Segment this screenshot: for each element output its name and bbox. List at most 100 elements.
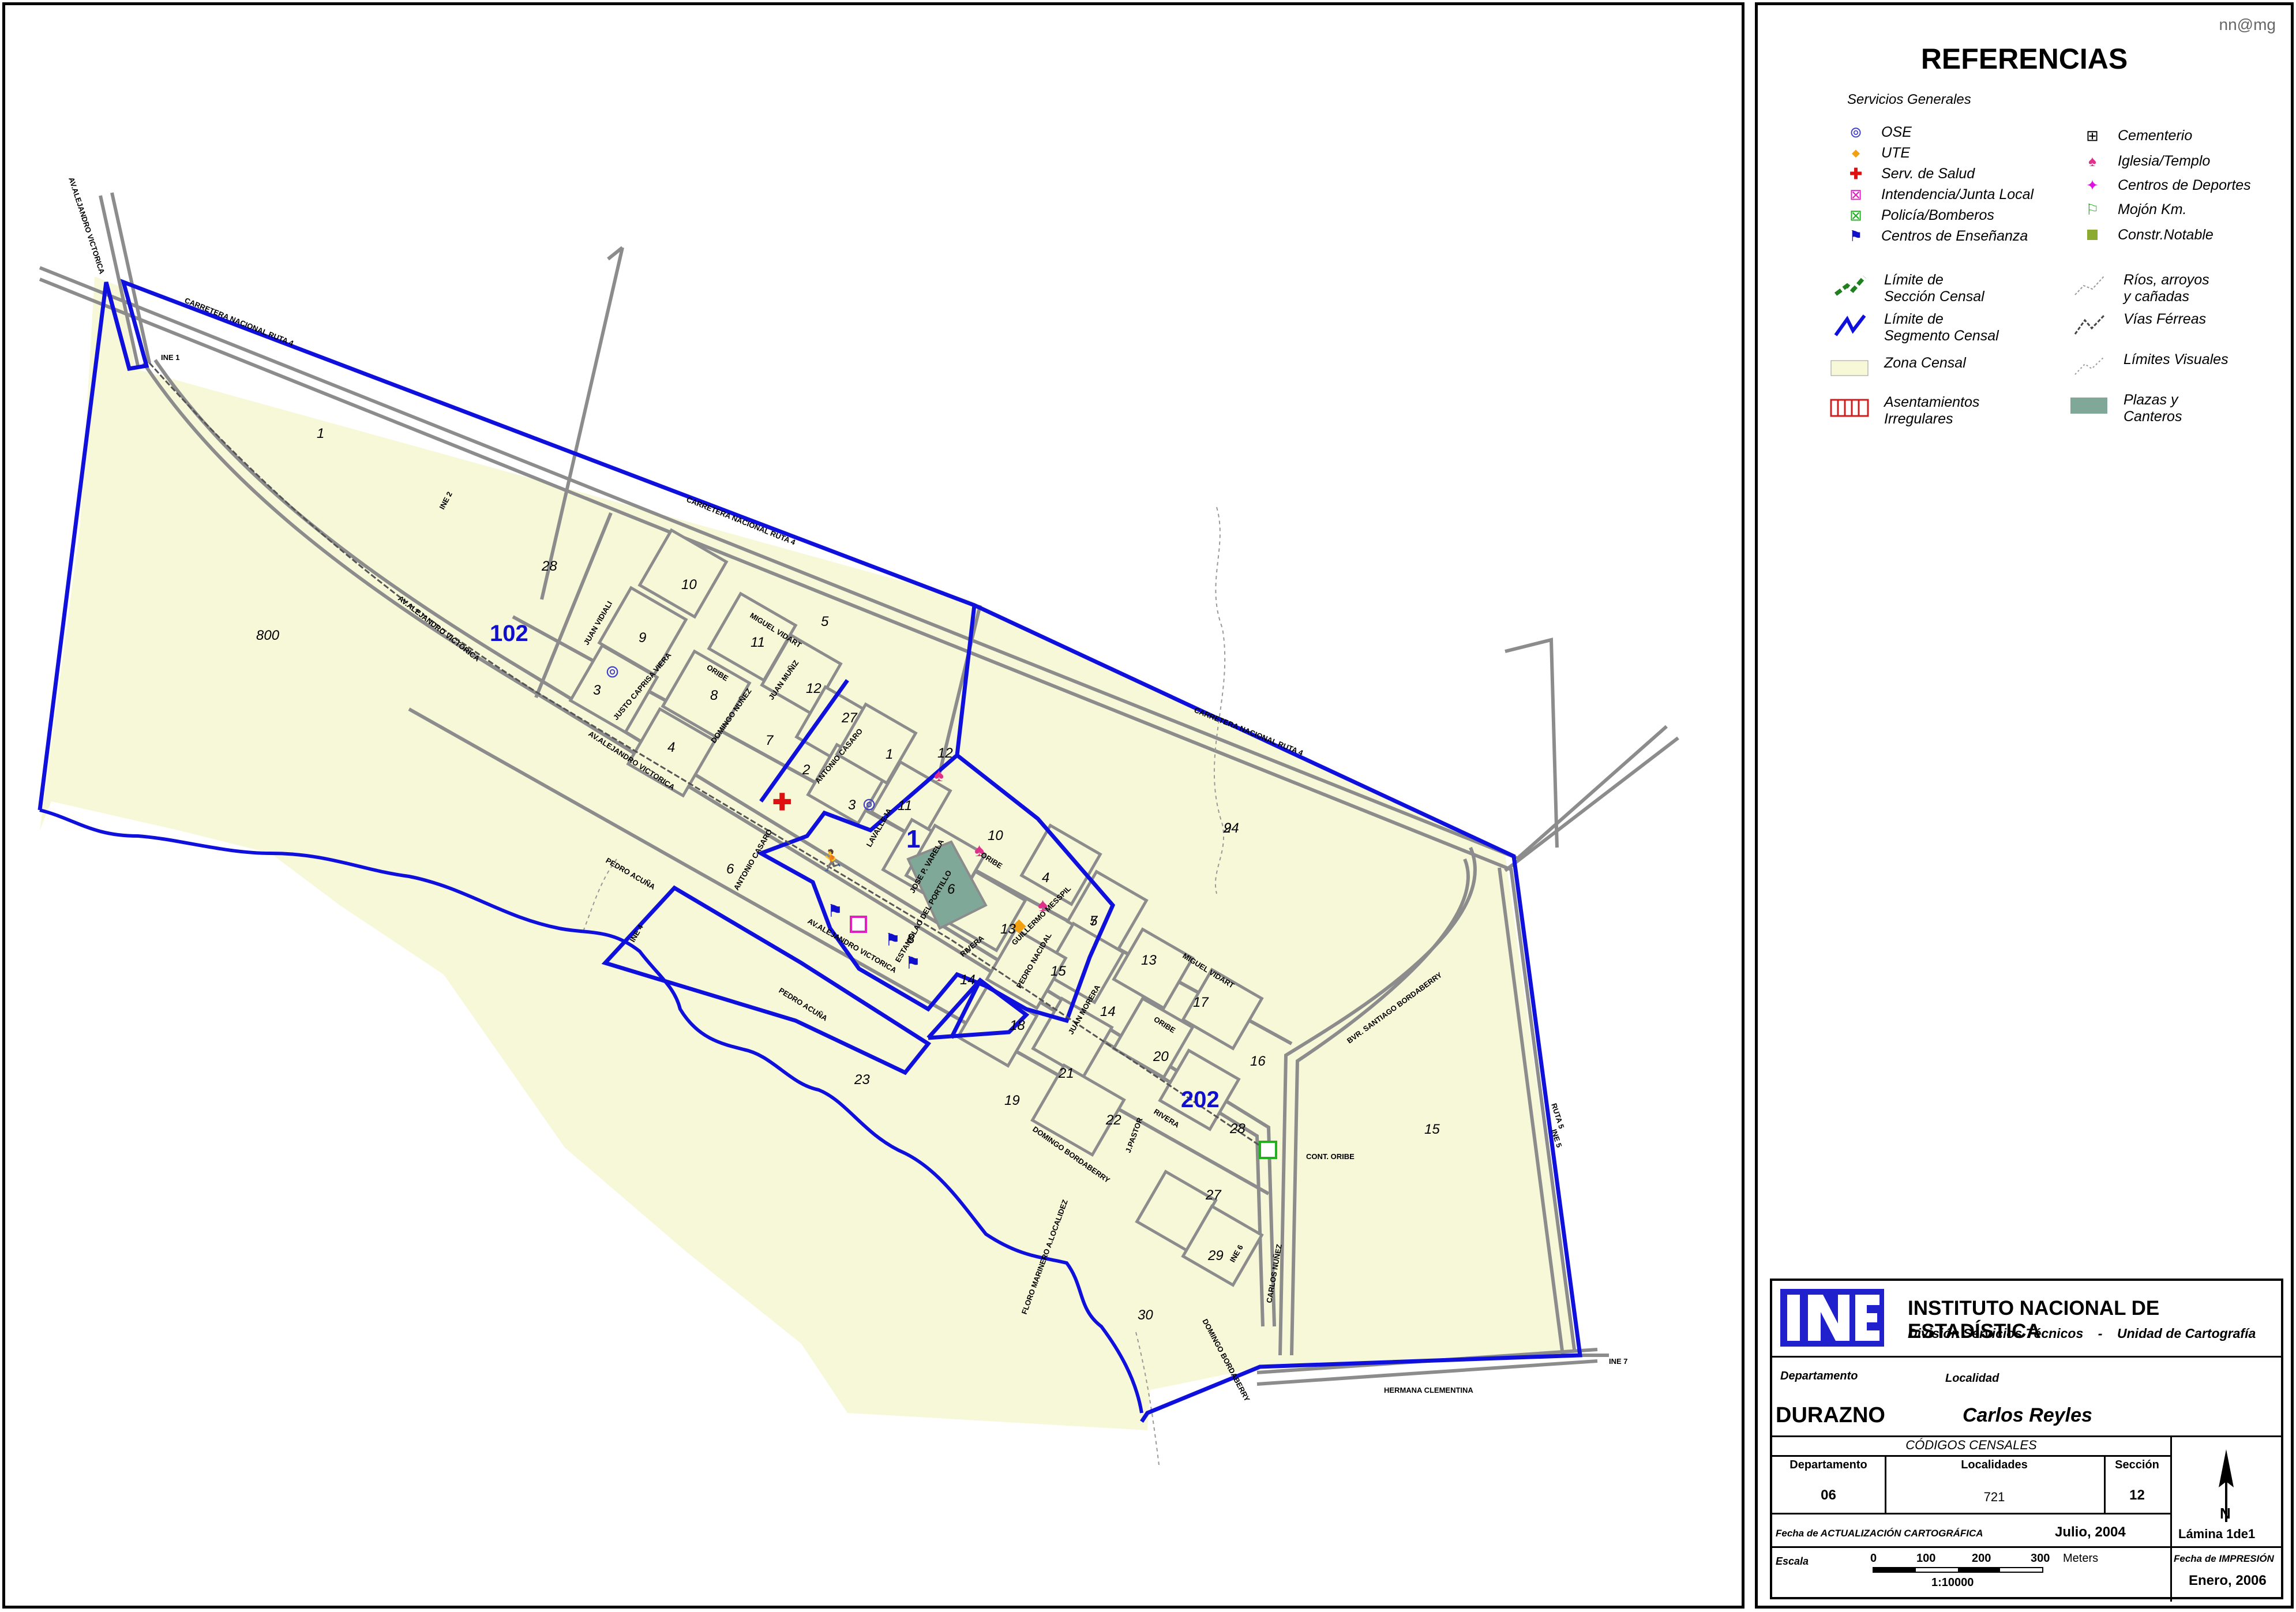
census-zone-icon (1830, 357, 1870, 380)
zone-number: 20 (1153, 1049, 1169, 1064)
legend-item-segment-limit: Límite de Segmento Censal (1830, 311, 1999, 348)
scale-bar: 0 100 200 300 Meters 1:10000 (1870, 1552, 2099, 1589)
health-cross-icon: ✚ (1849, 164, 1862, 182)
fecha-impresion-label: Fecha de IMPRESIÓN (2174, 1553, 2274, 1564)
sports-icon: ✦ (2086, 176, 2099, 194)
zone-number: 16 (1250, 1054, 1266, 1069)
notable-building-icon (2081, 226, 2104, 243)
health-cross-icon: ✚ (772, 790, 792, 815)
zone-number: 27 (1205, 1187, 1222, 1203)
legend-item-school: ⚑ Centros de Enseñanza (1844, 224, 2028, 248)
departamento-label: Departamento (1780, 1370, 1858, 1382)
school-flag-icon: ⚑ (905, 954, 921, 973)
escala-label: Escala (1776, 1555, 1809, 1567)
legend-item-km: ⚐ Mojón Km. (2081, 198, 2186, 221)
zone-number: 1 (886, 747, 893, 762)
street-label: RUTA 5 (1550, 1102, 1566, 1130)
plazas-icon (2069, 394, 2110, 417)
legend-item-zone: Zona Censal (1830, 355, 1966, 392)
census-map[interactable]: ✚ ♠ ♠ ♠ 🏃 ◆ ⊚ ⊚ ⚑ ⚑ ⚑ 128800109311124875… (5, 5, 1742, 1606)
police-icon (1259, 1141, 1277, 1159)
legend-item-visual-limits: Límites Visuales (2069, 351, 2229, 388)
zone-number: 11 (751, 635, 765, 650)
zone-number: 28 (541, 558, 557, 574)
zone-number: 10 (988, 828, 1003, 844)
zone-number: 8 (710, 688, 718, 703)
codigos-label: CÓDIGOS CENSALES (1905, 1438, 2037, 1452)
police-icon: ⊠ (1849, 206, 1862, 224)
zone-number: 27 (841, 710, 858, 726)
km-marker-icon: ⚐ (2085, 200, 2099, 218)
code-departamento: 06 (1821, 1487, 1836, 1503)
col-localidades: Localidades (1961, 1459, 2028, 1471)
zone-number: 6 (726, 861, 734, 877)
census-segment-limit-icon (1830, 313, 1870, 336)
rivers-icon (2069, 274, 2110, 297)
legend-item-police: ⊠ Policía/Bomberos (1844, 204, 1994, 227)
title-block: INSTITUTO NACIONAL DE ESTADÍSTICA Divisi… (1770, 1279, 2283, 1602)
code-localidad: 721 (1983, 1490, 2005, 1504)
ute-icon: ◆ (1852, 147, 1860, 159)
legend-item-cemetery: ⊞ Cementerio (2081, 124, 2192, 147)
street-label: CONT. ORIBE (1306, 1152, 1355, 1161)
north-arrow: N Lámina 1de1 (2170, 1435, 2282, 1549)
legend-item-section-limit: Límite de Sección Censal (1830, 272, 1984, 309)
north-label: N (2220, 1505, 2231, 1522)
zone-number: 17 (1193, 995, 1209, 1010)
legend-item-sports: ✦ Centros de Deportes (2081, 174, 2251, 197)
sports-icon: 🏃 (819, 849, 845, 872)
legend-item-church: ♠ Iglesia/Templo (2081, 149, 2210, 173)
zone-number: 4 (1042, 870, 1049, 886)
legend-item-health: ✚ Serv. de Salud (1844, 162, 1975, 185)
school-flag-icon: ⚑ (1849, 227, 1863, 245)
visual-limits-icon (2069, 354, 2110, 377)
zone-number: 15 (1051, 964, 1066, 979)
zone-number: 800 (256, 628, 280, 643)
zone-number: 13 (1000, 921, 1016, 937)
fecha-actualizacion: Julio, 2004 (2055, 1524, 2126, 1540)
page: { "author_tag": "nn@mg", "references": {… (0, 0, 2296, 1612)
zone-number: 3 (848, 797, 856, 813)
zone-number: 30 (1138, 1307, 1153, 1323)
localidad-value: Carlos Reyles (1963, 1404, 2092, 1426)
legend-item-railway: Vías Férreas (2069, 311, 2206, 348)
school-flag-icon: ⚑ (827, 902, 843, 921)
zone-number: 21 (1058, 1066, 1074, 1081)
zone-number: 13 (1141, 953, 1157, 968)
zone-number: 18 (1010, 1018, 1025, 1033)
zone-number: 3 (593, 683, 601, 698)
zone-number: 22 (1105, 1112, 1121, 1128)
church-icon: ♠ (2088, 152, 2096, 170)
section-label: 1 (906, 825, 920, 853)
legend-item-notable: Constr.Notable (2081, 223, 2214, 246)
localidad-label: Localidad (1945, 1372, 1999, 1385)
street-label: INE 1 (161, 353, 180, 362)
street-label: AV.ALEJANDRO VICTORICA (67, 176, 107, 275)
zone-number: 11 (898, 798, 912, 814)
author-tag: nn@mg (2219, 16, 2276, 33)
zone-number: 14 (1100, 1004, 1116, 1019)
zone-number: 10 (681, 577, 697, 593)
col-seccion: Sección (2115, 1459, 2159, 1471)
map-panel: ✚ ♠ ♠ ♠ 🏃 ◆ ⊚ ⊚ ⚑ ⚑ ⚑ 1 28 800 10 9 3 11 12 4 8 7 5… (2, 2, 1744, 1609)
references-title: REFERENCIAS (1920, 43, 2128, 75)
zone-number: 5 (821, 614, 829, 629)
zone-number: 9 (639, 630, 646, 646)
school-flag-icon: ⚑ (885, 931, 901, 950)
church-icon: ♠ (934, 764, 944, 785)
census-section-limit-icon (1830, 274, 1870, 297)
legend-item-ose: ⊚ OSE (1844, 121, 1912, 144)
legend-item-ute: ◆ UTE (1844, 141, 1910, 164)
street-label: CARRETERA NACIONAL RUTA 4 (183, 296, 295, 348)
legend-item-intendencia: ⊠ Intendencia/Junta Local (1844, 183, 2034, 206)
railway-icon (2069, 313, 2110, 336)
ose-icon: ⊚ (1849, 123, 1862, 141)
zone-number: 7 (1090, 913, 1098, 929)
zone-number: 1 (317, 426, 324, 441)
zone-number: 14 (960, 972, 976, 988)
legend-item-settlements: Asentamientos Irregulares (1830, 394, 1979, 431)
zone-number: 15 (1424, 1122, 1440, 1137)
irregular-settlements-icon (1830, 396, 1870, 419)
section-label: 202 (1181, 1087, 1220, 1112)
fecha-impresion: Enero, 2006 (2189, 1573, 2267, 1588)
